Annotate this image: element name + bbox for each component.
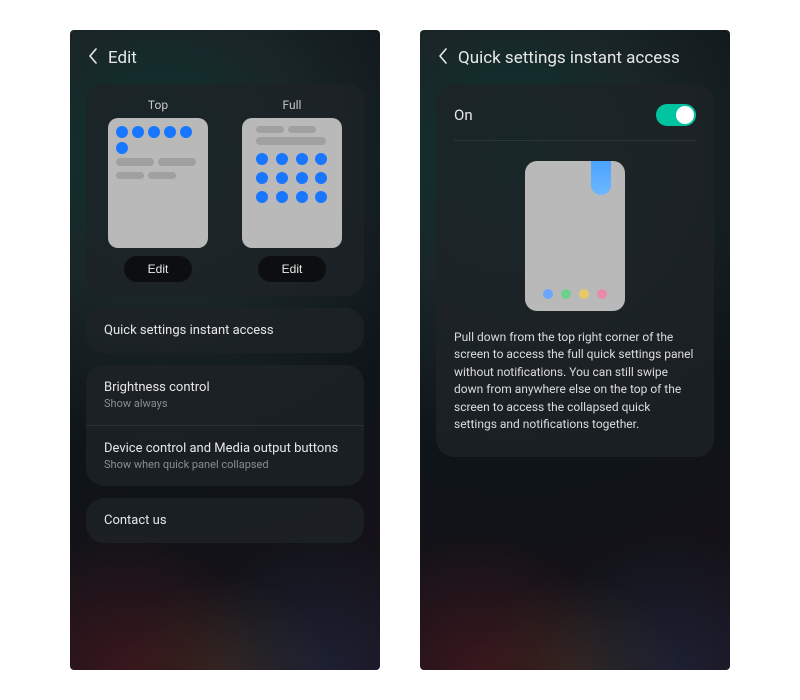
app-dots-icon [525,289,625,299]
gesture-illustration [454,141,696,327]
layout-preview-card: Top Edit Full [86,84,364,296]
layout-preview-full-icon [242,118,342,248]
toggle-card: On Pull down from the top right corner o… [436,84,714,457]
master-toggle-row: On [454,88,696,141]
row-brightness[interactable]: Brightness control Show always [86,365,364,425]
layout-option-top[interactable]: Top Edit [98,98,218,282]
page-title: Edit [108,48,137,68]
contact-card: Contact us [86,498,364,543]
row-sublabel: Show always [104,397,346,410]
row-contact-us[interactable]: Contact us [86,498,364,543]
row-label: Contact us [104,513,346,528]
master-toggle[interactable] [656,104,696,126]
edit-full-button[interactable]: Edit [258,256,327,282]
row-sublabel: Show when quick panel collapsed [104,458,346,471]
row-device-control[interactable]: Device control and Media output buttons … [86,425,364,486]
edit-screen: Edit Top Edit Full [70,30,380,670]
description-text: Pull down from the top right corner of t… [454,327,696,437]
layout-preview-top-icon [108,118,208,248]
row-label: Device control and Media output buttons [104,441,346,456]
back-icon[interactable] [88,48,98,68]
row-label: Brightness control [104,380,346,395]
header: Edit [86,48,364,68]
header: Quick settings instant access [436,48,714,68]
swipe-indicator-icon [591,161,611,195]
row-label: Quick settings instant access [104,323,346,338]
layout-label: Full [283,98,302,112]
instant-access-card: Quick settings instant access [86,308,364,353]
phone-illustration-icon [525,161,625,311]
toggle-label: On [454,106,473,124]
instant-access-screen: Quick settings instant access On Pull do… [420,30,730,670]
back-icon[interactable] [438,48,448,68]
layout-option-full[interactable]: Full Edit [232,98,352,282]
layout-label: Top [148,98,168,112]
edit-top-button[interactable]: Edit [124,256,193,282]
controls-card: Brightness control Show always Device co… [86,365,364,486]
row-instant-access[interactable]: Quick settings instant access [86,308,364,353]
page-title: Quick settings instant access [458,48,680,68]
